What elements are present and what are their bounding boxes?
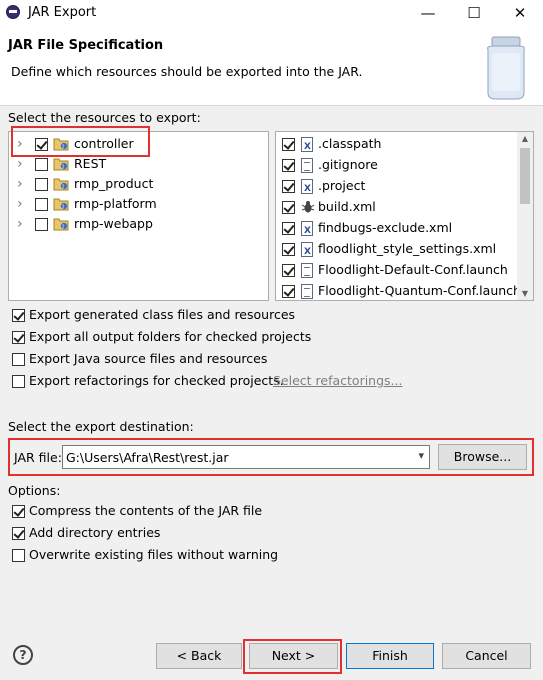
file-checkbox[interactable] [282,222,295,235]
file-label: build.xml [318,199,376,214]
project-label: rmp-webapp [74,216,153,231]
project-icon: J [53,158,69,171]
project-label: rmp-platform [74,196,157,211]
page-description: Define which resources should be exporte… [11,64,363,79]
finish-button[interactable]: Finish [346,643,434,669]
file-list-scrollbar[interactable]: ▲ ▼ [517,132,533,300]
export-class-files-option-label: Export generated class files and resourc… [29,307,296,322]
back-button-label: < Back [176,648,222,663]
ant-file-icon [301,201,315,213]
text-file-icon [301,284,313,299]
file-row[interactable]: Floodlight-Quantum-Conf.launch [281,281,521,300]
project-row[interactable]: › Jrmp-webapp [17,214,257,234]
export-output-folders-option-label: Export all output folders for checked pr… [29,329,312,344]
jar-icon [487,36,525,100]
project-icon: J [53,198,69,211]
file-row[interactable]: .project [281,176,516,199]
file-row[interactable]: .gitignore [281,155,516,175]
finish-button-label: Finish [372,648,408,663]
destination-label: Select the export destination: [8,419,194,434]
file-checkbox[interactable] [282,180,295,193]
chevron-right-icon[interactable]: › [17,154,27,174]
project-row[interactable]: › Jrmp-platform [17,194,257,214]
file-checkbox[interactable] [282,243,295,256]
project-icon: J [53,218,69,231]
close-button[interactable]: ✕ [497,0,543,27]
file-label: Floodlight-Quantum-Conf.launch [318,283,521,298]
export-source-option-checkbox[interactable] [12,353,25,366]
highlight-next [243,639,342,674]
minimize-button[interactable]: — [405,0,451,27]
svg-text:J: J [61,164,63,170]
project-checkbox[interactable] [35,178,48,191]
file-row[interactable]: build.xml [281,197,516,217]
file-checkbox[interactable] [282,138,295,151]
file-row[interactable]: floodlight_style_settings.xml [281,239,516,262]
export-refactorings-option-label: Export refactorings for checked projects… [29,373,284,388]
export-refactorings-option-checkbox[interactable] [12,375,25,388]
cancel-button[interactable]: Cancel [442,643,531,669]
file-checkbox[interactable] [282,159,295,172]
file-list[interactable]: .classpath .gitignore .project build.xml fin… [275,131,534,301]
directory-entries-option-label: Add directory entries [29,525,161,540]
export-source-option-label: Export Java source files and resources [29,351,268,366]
file-label: .project [318,178,366,193]
xml-file-icon [301,137,313,157]
compress-option-checkbox[interactable] [12,505,25,518]
help-icon[interactable]: ? [13,645,33,665]
svg-text:J: J [61,184,63,190]
resources-label: Select the resources to export: [8,110,201,125]
svg-text:J: J [61,204,63,210]
options-label: Options: [8,483,61,498]
export-class-files-option-checkbox[interactable] [12,309,25,322]
file-label: .gitignore [318,157,378,172]
project-icon: J [53,178,69,191]
eclipse-icon [6,5,20,19]
project-label: REST [74,156,107,171]
title-bar: JAR Export — ☐ ✕ [0,0,543,27]
page-title: JAR File Specification [8,38,164,53]
scroll-thumb[interactable] [520,148,530,204]
maximize-button[interactable]: ☐ [451,0,497,27]
select-refactorings-link[interactable]: Select refactorings... [273,373,402,388]
file-label: Floodlight-Default-Conf.launch [318,262,508,277]
project-row[interactable]: › J REST [17,154,257,174]
scroll-down-icon[interactable]: ▼ [517,289,533,298]
overwrite-option-label: Overwrite existing files without warning [29,547,279,562]
file-checkbox[interactable] [282,201,295,214]
xml-file-icon [301,242,313,262]
chevron-right-icon[interactable]: › [17,214,27,234]
project-label: rmp_product [74,176,154,191]
project-checkbox[interactable] [35,218,48,231]
back-button[interactable]: < Back [156,643,242,669]
text-file-icon [301,158,313,173]
wizard-header: JAR File Specification Define which reso… [0,27,543,106]
file-checkbox[interactable] [282,264,295,277]
file-label: .classpath [318,136,382,151]
xml-file-icon [301,221,313,241]
file-label: findbugs-exclude.xml [318,220,453,235]
overwrite-option-checkbox[interactable] [12,549,25,562]
project-checkbox[interactable] [35,198,48,211]
highlight-destination [8,438,534,476]
xml-file-icon [301,179,313,199]
file-row[interactable]: Floodlight-Default-Conf.launch [281,260,516,280]
file-row[interactable]: findbugs-exclude.xml [281,218,516,241]
file-row[interactable]: .classpath [281,134,516,157]
scroll-up-icon[interactable]: ▲ [517,134,533,143]
project-row[interactable]: › Jrmp_product [17,174,257,194]
file-checkbox[interactable] [282,285,295,298]
project-checkbox[interactable] [35,158,48,171]
svg-text:J: J [61,224,63,230]
highlight-controller [11,126,150,157]
chevron-right-icon[interactable]: › [17,174,27,194]
window-title: JAR Export [28,5,97,20]
export-output-folders-option-checkbox[interactable] [12,331,25,344]
text-file-icon [301,263,313,278]
directory-entries-option-checkbox[interactable] [12,527,25,540]
chevron-right-icon[interactable]: › [17,194,27,214]
compress-option-label: Compress the contents of the JAR file [29,503,263,518]
file-label: floodlight_style_settings.xml [318,241,497,256]
cancel-button-label: Cancel [465,648,508,663]
